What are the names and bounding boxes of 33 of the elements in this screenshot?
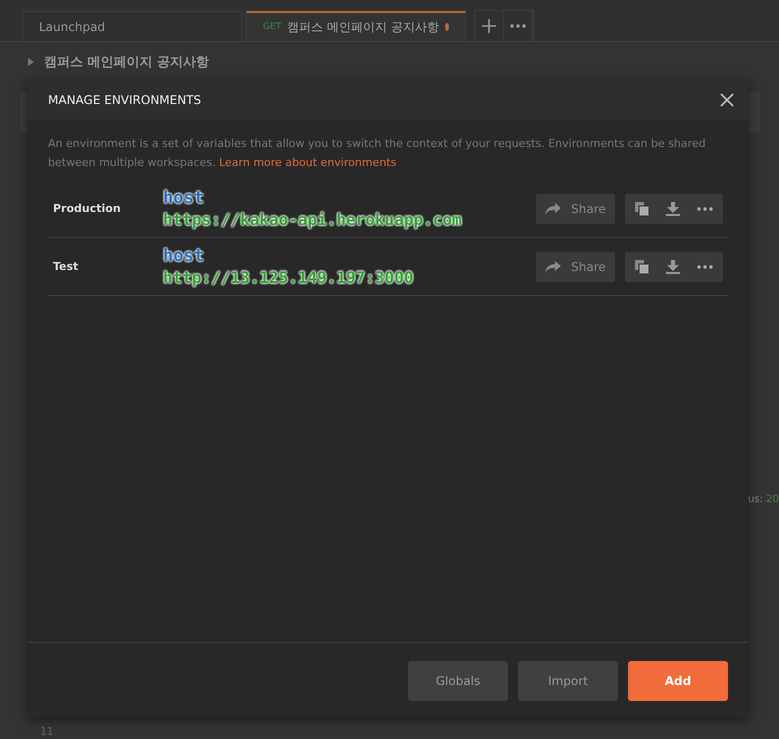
close-button[interactable]	[718, 91, 736, 109]
more-icon[interactable]	[697, 206, 713, 210]
share-arrow-icon	[545, 202, 562, 214]
more-icon	[510, 24, 526, 28]
share-button[interactable]: Share	[536, 194, 615, 224]
footer-button[interactable]: Globals	[408, 660, 508, 700]
close-icon	[720, 93, 734, 107]
annotation-text: https://kakao-api.herokuapp.com	[163, 208, 463, 230]
request-title: 캠퍼스 메인페이지 공지사항	[44, 54, 210, 71]
annotation-text: host	[163, 186, 205, 208]
annotation-text: http://13.125.149.197:3000	[163, 266, 414, 288]
download-icon[interactable]	[666, 260, 680, 274]
request-tab[interactable]: Launchpad	[22, 11, 242, 41]
environment-name[interactable]: Production	[53, 202, 163, 215]
annotation-text: host	[163, 244, 205, 266]
add-button[interactable]: Add	[628, 660, 728, 700]
share-button[interactable]: Share	[536, 252, 615, 282]
learn-more-link[interactable]: Learn more about environments	[219, 156, 396, 169]
copy-icon[interactable]	[635, 260, 649, 274]
footer-button[interactable]: Import	[518, 660, 618, 700]
environment-name[interactable]: Test	[53, 260, 163, 273]
request-tab[interactable]: GET 캠퍼스 메인페이지 공지사항	[246, 11, 466, 41]
status-label: us:	[748, 494, 763, 505]
more-icon[interactable]	[697, 264, 713, 268]
method-label: GET	[263, 22, 282, 32]
status-value: 20	[766, 494, 779, 505]
description-text: An environment is a set of variables that allow you to switch the context of your requests. Environments can be shared between multiple workspaces. Learn more about environments	[48, 136, 707, 171]
copy-icon[interactable]	[635, 202, 649, 216]
download-icon[interactable]	[666, 202, 680, 216]
plus-icon	[482, 19, 496, 33]
modal-title: MANAGE ENVIRONMENTS	[48, 93, 202, 107]
expand-caret-icon[interactable]	[28, 58, 34, 66]
share-arrow-icon	[545, 260, 562, 272]
